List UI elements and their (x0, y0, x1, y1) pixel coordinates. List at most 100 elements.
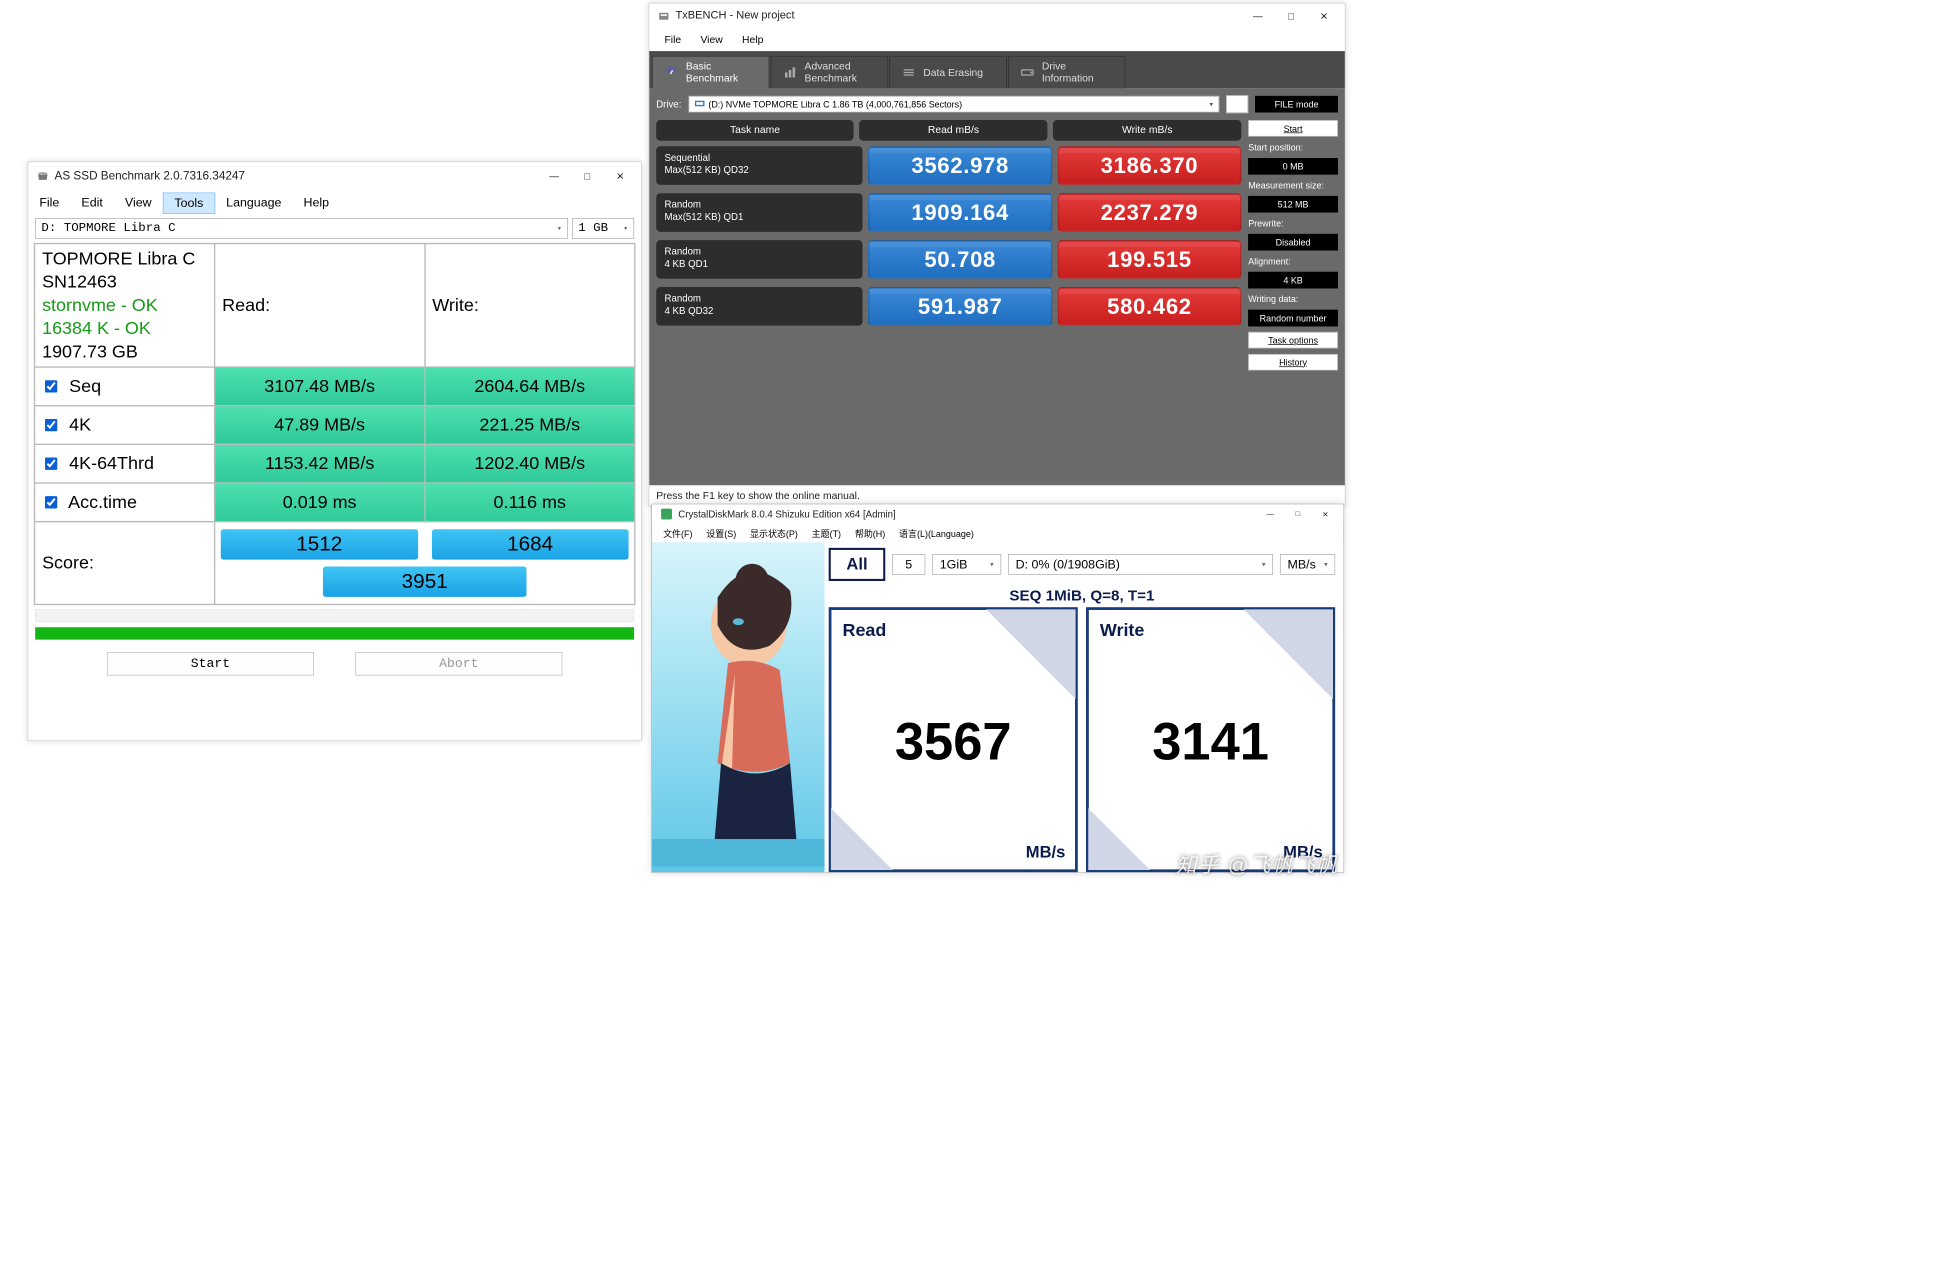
shizuku-art (652, 542, 825, 872)
drive-info: TOPMORE Libra C SN12463 stornvme - OK 16… (35, 244, 215, 367)
drive-select[interactable]: D: 0% (0/1908GiB) ▾ (1008, 554, 1273, 575)
tab-advanced-benchmark[interactable]: Advanced Benchmark (771, 56, 888, 88)
size-value: 1GiB (940, 557, 968, 571)
close-button[interactable]: ✕ (604, 165, 637, 187)
menu-file[interactable]: File (28, 193, 70, 214)
title-bar[interactable]: TxBENCH - New project — □ ✕ (649, 3, 1345, 28)
task-line1: Random (664, 199, 854, 211)
task-line2: Max(512 KB) QD32 (664, 164, 854, 176)
corner-pattern-icon (1243, 609, 1333, 699)
size-select[interactable]: 1GiB ▾ (932, 554, 1001, 575)
txbench-window: TxBENCH - New project — □ ✕ File View He… (649, 3, 1346, 507)
unit-value: MB/s (1288, 557, 1316, 571)
menu-bar: File View Help (649, 28, 1345, 51)
wdata-value[interactable]: Random number (1248, 310, 1338, 327)
drive-select-value: D: TOPMORE Libra C (41, 221, 175, 235)
fourk64-checkbox[interactable] (45, 458, 57, 470)
acc-checkbox[interactable] (45, 496, 57, 508)
menu-language[interactable]: Language (215, 193, 292, 214)
read-value: 3562.978 (868, 146, 1052, 185)
test-size-select[interactable]: 1 GB▾ (572, 218, 634, 239)
bench-row: Random 4 KB QD1 50.708 199.515 (656, 240, 1241, 279)
tab-basic-benchmark[interactable]: Basic Benchmark (652, 56, 769, 88)
minimize-button[interactable]: — (1241, 5, 1274, 27)
drive-select[interactable]: D: TOPMORE Libra C▾ (35, 218, 568, 239)
drive-select-value: (D:) NVMe TOPMORE Libra C 1.86 TB (4,000… (708, 99, 962, 109)
minimize-button[interactable]: — (538, 165, 571, 187)
startpos-value[interactable]: 0 MB (1248, 158, 1338, 175)
unit-select[interactable]: MB/s ▾ (1280, 554, 1335, 575)
abort-button[interactable]: Abort (355, 652, 562, 675)
drive-select[interactable]: (D:) NVMe TOPMORE Libra C 1.86 TB (4,000… (688, 96, 1219, 113)
task-options-button[interactable]: Task options (1248, 332, 1338, 349)
acc-read: 0.019 ms (215, 483, 425, 522)
minimize-button[interactable]: — (1256, 506, 1284, 521)
close-button[interactable]: ✕ (1308, 5, 1341, 27)
tab-basic-label: Basic Benchmark (686, 61, 738, 84)
character-icon (652, 542, 825, 866)
drive-capacity: 1907.73 GB (42, 340, 207, 363)
prewrite-label: Prewrite: (1248, 218, 1338, 228)
menu-theme[interactable]: 主题(T) (805, 525, 848, 541)
menu-file[interactable]: File (655, 31, 691, 48)
maximize-button[interactable]: □ (571, 165, 604, 187)
read-card: Read 3567 MB/s (829, 607, 1078, 872)
fourk-checkbox[interactable] (45, 419, 57, 431)
bench-row: Random Max(512 KB) QD1 1909.164 2237.279 (656, 193, 1241, 232)
title-bar[interactable]: CrystalDiskMark 8.0.4 Shizuku Edition x6… (652, 504, 1343, 523)
gauge-icon (664, 65, 679, 80)
write-value: 2237.279 (1058, 193, 1242, 232)
refresh-button[interactable]: ⟳ (1226, 95, 1248, 113)
fourk-label: 4K (69, 414, 91, 435)
menu-help[interactable]: Help (732, 31, 773, 48)
tab-data-erasing[interactable]: Data Erasing (889, 56, 1006, 88)
menu-edit[interactable]: Edit (70, 193, 113, 214)
alignment-status: 16384 K - OK (42, 317, 207, 340)
crystaldiskmark-window: CrystalDiskMark 8.0.4 Shizuku Edition x6… (651, 504, 1344, 873)
menu-view[interactable]: View (691, 31, 733, 48)
start-button[interactable]: Start (1248, 120, 1338, 137)
maximize-button[interactable]: □ (1274, 5, 1307, 27)
as-ssd-window: AS SSD Benchmark 2.0.7316.34247 — □ ✕ Fi… (28, 161, 642, 741)
menu-settings[interactable]: 设置(S) (699, 525, 743, 541)
all-button[interactable]: All (829, 548, 886, 581)
start-button[interactable]: Start (107, 652, 314, 675)
close-button[interactable]: ✕ (1312, 506, 1340, 521)
read-value: 1909.164 (868, 193, 1052, 232)
progress-bar (35, 627, 634, 639)
menu-help[interactable]: 帮助(H) (848, 525, 892, 541)
file-mode-button[interactable]: FILE mode (1255, 96, 1338, 113)
row-4k: 4K (35, 406, 215, 445)
tab-drive-information[interactable]: Drive Information (1008, 56, 1125, 88)
status-bar: Press the F1 key to show the online manu… (649, 485, 1345, 506)
current-test-label: SEQ 1MiB, Q=8, T=1 (825, 587, 1340, 605)
prewrite-value[interactable]: Disabled (1248, 234, 1338, 251)
drive-value: D: 0% (0/1908GiB) (1016, 557, 1120, 571)
window-title: AS SSD Benchmark 2.0.7316.34247 (55, 169, 245, 183)
menu-tools[interactable]: Tools (163, 193, 215, 214)
history-button[interactable]: History (1248, 354, 1338, 371)
task-line2: 4 KB QD32 (664, 305, 854, 317)
score-area: 1512 1684 3951 (215, 522, 635, 605)
app-icon (37, 170, 49, 182)
runs-select[interactable]: 5 (892, 554, 925, 575)
drive-info-icon (1020, 65, 1035, 80)
fourk-write: 221.25 MB/s (425, 406, 635, 445)
seq-write: 2604.64 MB/s (425, 367, 635, 406)
seq-read: 3107.48 MB/s (215, 367, 425, 406)
seq-checkbox[interactable] (45, 381, 57, 393)
menu-profile[interactable]: 显示状态(P) (743, 525, 805, 541)
measure-value[interactable]: 512 MB (1248, 196, 1338, 213)
align-label: Alignment: (1248, 256, 1338, 266)
maximize-button[interactable]: □ (1284, 506, 1312, 521)
app-icon (658, 10, 670, 22)
menu-lang[interactable]: 语言(L)(Language) (892, 525, 981, 541)
menu-view[interactable]: View (114, 193, 163, 214)
menu-help[interactable]: Help (292, 193, 340, 214)
title-bar[interactable]: AS SSD Benchmark 2.0.7316.34247 — □ ✕ (28, 162, 641, 190)
align-value[interactable]: 4 KB (1248, 272, 1338, 289)
menu-file[interactable]: 文件(F) (656, 525, 699, 541)
app-icon (660, 508, 672, 520)
row-acc: Acc.time (35, 483, 215, 522)
drive-name: TOPMORE Libra C (42, 247, 207, 270)
